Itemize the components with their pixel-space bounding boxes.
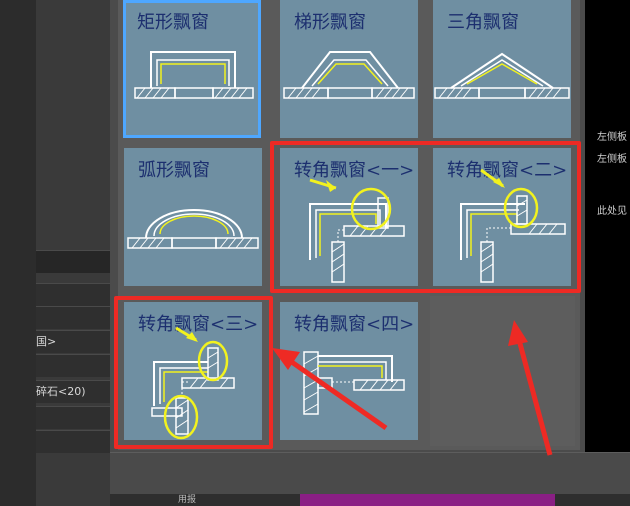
annotation-arrows xyxy=(272,320,553,456)
annotation-arrow xyxy=(272,348,388,431)
annotation-arrow xyxy=(508,320,553,456)
